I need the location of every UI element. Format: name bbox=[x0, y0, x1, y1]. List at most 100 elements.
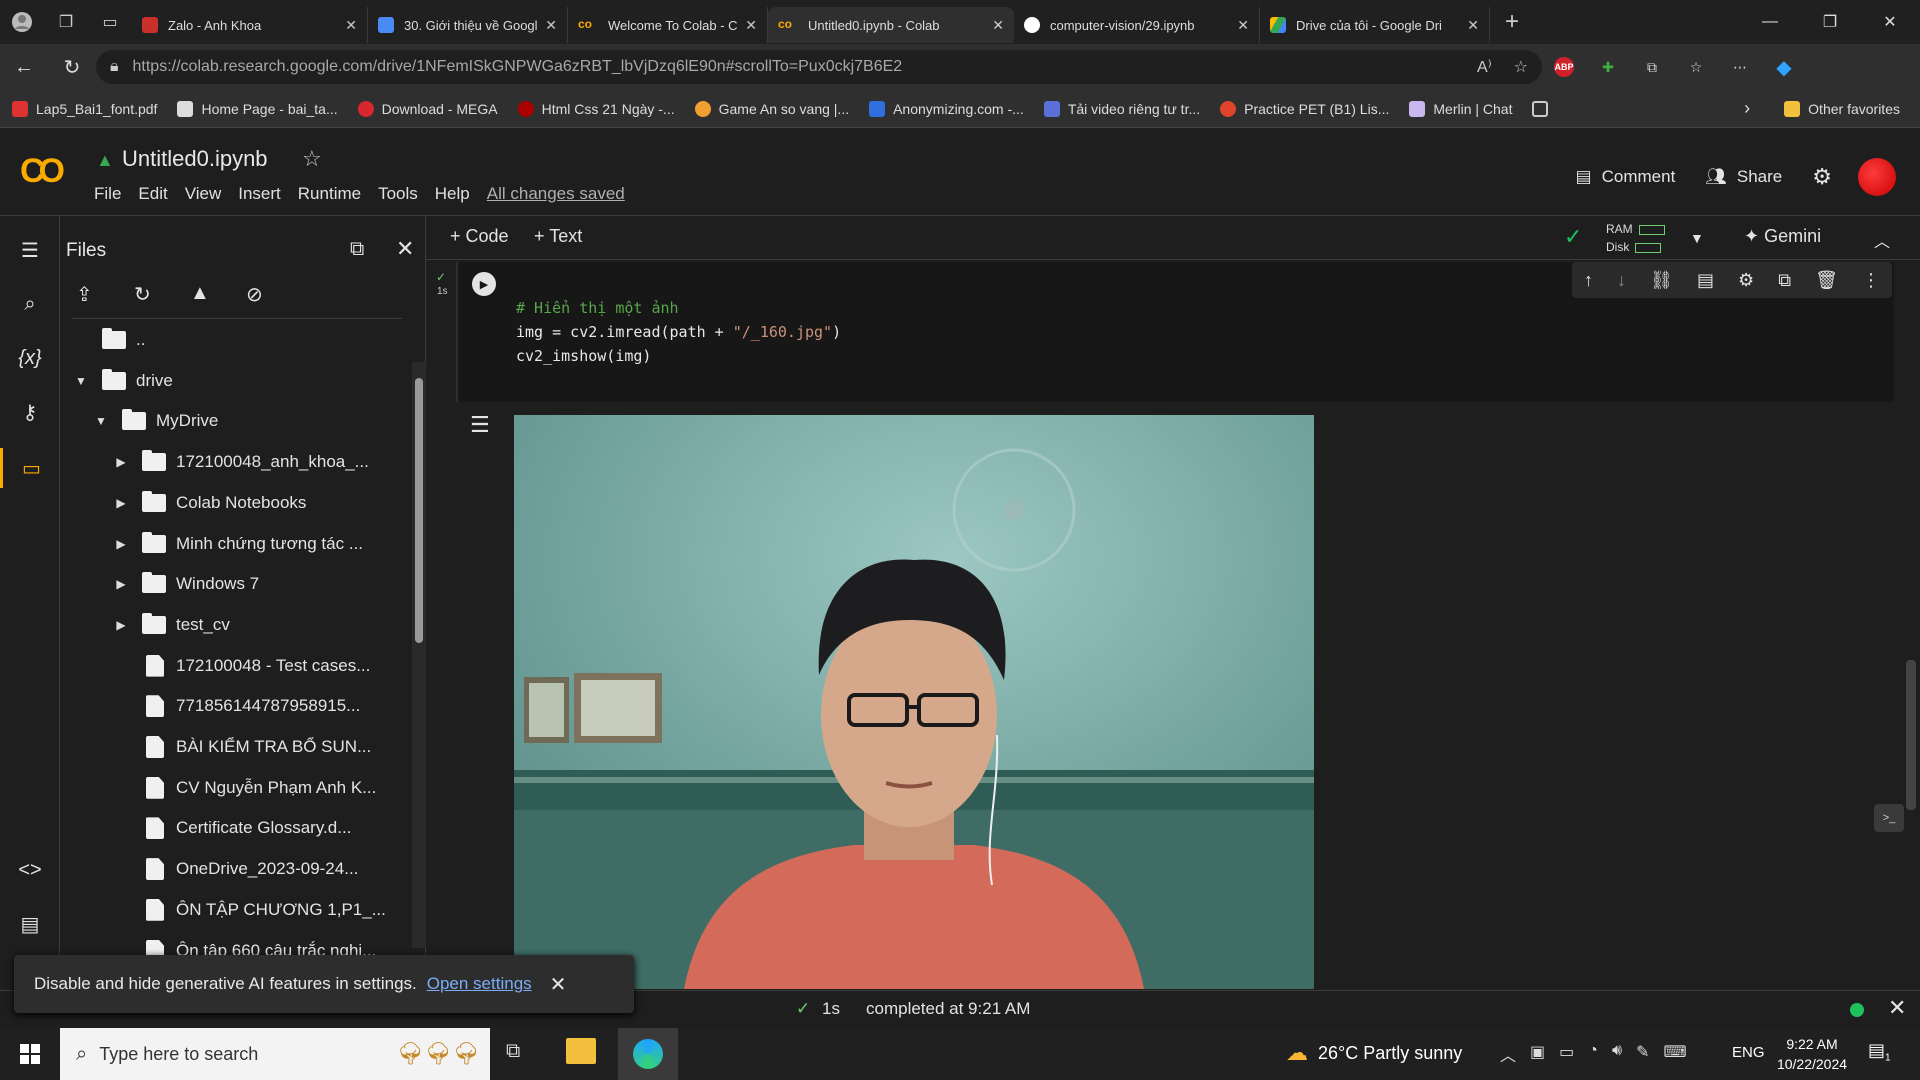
pen-icon[interactable]: ✎ bbox=[1636, 1042, 1649, 1066]
status-message[interactable]: completed at 9:21 AM bbox=[866, 999, 1030, 1019]
caret-down-icon[interactable]: ▼ bbox=[94, 414, 108, 428]
close-tab-icon[interactable]: ✕ bbox=[992, 17, 1004, 34]
files-folder-icon[interactable]: ▭ bbox=[0, 448, 60, 488]
notebook-title[interactable]: Untitled0.ipynb bbox=[122, 146, 268, 172]
bookmark-merlin[interactable]: Merlin | Chat bbox=[1409, 100, 1512, 117]
new-tab-icon[interactable]: + bbox=[1490, 0, 1534, 44]
bookmark-calendar[interactable] bbox=[1532, 100, 1556, 117]
caret-right-icon[interactable]: ▶ bbox=[114, 496, 128, 510]
code-editor[interactable]: # Hiển thị một ảnh img = cv2.imread(path… bbox=[516, 296, 841, 368]
tray-overflow-icon[interactable]: ︿ bbox=[1500, 1042, 1516, 1066]
tab-google-drive[interactable]: Drive của tôi - Google Dri ✕ bbox=[1260, 7, 1490, 43]
folder-row[interactable]: ▼ drive bbox=[60, 361, 173, 401]
bookmark-html-css[interactable]: Html Css 21 Ngày -... bbox=[517, 100, 675, 117]
output-options-icon[interactable]: ☰ bbox=[470, 412, 490, 438]
open-settings-link[interactable]: Open settings bbox=[427, 974, 532, 994]
variables-icon[interactable]: {x} bbox=[0, 338, 60, 378]
favorites-icon[interactable]: ☆ bbox=[1674, 44, 1718, 90]
folder-row[interactable]: ▶ 172100048_anh_khoa_... bbox=[60, 442, 369, 482]
hide-files-icon[interactable]: ⊘ bbox=[246, 282, 263, 307]
open-in-tab-icon[interactable]: ⧉ bbox=[350, 238, 364, 261]
file-row[interactable]: 771856144787958915... bbox=[60, 686, 360, 726]
menu-file[interactable]: File bbox=[94, 184, 121, 204]
close-panel-icon[interactable]: ✕ bbox=[396, 236, 414, 262]
mount-drive-icon[interactable]: ▲ bbox=[190, 282, 210, 305]
bookmark-mega[interactable]: Download - MEGA bbox=[357, 100, 498, 117]
share-button[interactable]: 👥︎ Share bbox=[1705, 167, 1782, 187]
menu-edit[interactable]: Edit bbox=[138, 184, 167, 204]
menu-view[interactable]: View bbox=[185, 184, 222, 204]
search-icon[interactable]: ⌕ bbox=[0, 284, 60, 324]
drive-icon[interactable]: ▲ bbox=[96, 150, 114, 171]
folder-row[interactable]: ▼ MyDrive bbox=[60, 401, 218, 441]
windows-start-icon[interactable] bbox=[0, 1028, 60, 1080]
collapse-header-icon[interactable]: ︿ bbox=[1874, 228, 1890, 252]
close-tab-icon[interactable]: ✕ bbox=[745, 17, 757, 34]
taskbar-search[interactable]: ⌕ Type here to search 🌳︎🌳︎🌳︎ bbox=[60, 1028, 490, 1080]
link-icon[interactable]: ⛓ bbox=[1650, 270, 1673, 291]
settings-gear-icon[interactable]: ⚙ bbox=[1812, 164, 1832, 190]
folder-row[interactable]: ▶ Colab Notebooks bbox=[60, 483, 306, 523]
add-text-button[interactable]: + Text bbox=[534, 226, 582, 247]
notification-center-icon[interactable]: ▤1 bbox=[1868, 1040, 1891, 1064]
folder-row[interactable]: ▶ Minh chứng tương tác ... bbox=[60, 524, 363, 564]
file-row[interactable]: BÀI KIỂM TRA BỔ SUN... bbox=[60, 727, 371, 767]
profile-icon[interactable] bbox=[0, 0, 44, 44]
notebook-scrollbar[interactable] bbox=[1906, 660, 1916, 810]
comment-cell-icon[interactable]: ▤ bbox=[1697, 270, 1714, 291]
folder-row[interactable]: .. bbox=[60, 320, 145, 360]
table-of-contents-icon[interactable]: ☰ bbox=[0, 230, 60, 270]
game-extension-icon[interactable]: ✚ bbox=[1586, 44, 1630, 90]
file-row[interactable]: 172100048 - Test cases... bbox=[60, 646, 370, 686]
comment-button[interactable]: ▤ Comment bbox=[1576, 167, 1676, 187]
menu-runtime[interactable]: Runtime bbox=[298, 184, 361, 204]
bookmark-home-page[interactable]: Home Page - bai_ta... bbox=[177, 100, 338, 117]
caret-right-icon[interactable]: ▶ bbox=[114, 618, 128, 632]
more-cell-actions-icon[interactable]: ⋮ bbox=[1862, 270, 1880, 291]
file-row[interactable]: ÔN TẬP CHƯƠNG 1,P1_... bbox=[60, 890, 386, 930]
bookmark-pet[interactable]: Practice PET (B1) Lis... bbox=[1220, 100, 1389, 117]
move-up-icon[interactable]: ↑ bbox=[1584, 270, 1593, 291]
close-status-icon[interactable]: ✕ bbox=[1888, 995, 1906, 1021]
menu-tools[interactable]: Tools bbox=[378, 184, 418, 204]
more-options-icon[interactable]: ⋯ bbox=[1718, 44, 1762, 90]
bookmark-pdf[interactable]: Lap5_Bai1_font.pdf bbox=[12, 100, 157, 117]
bookmark-video[interactable]: Tải video riêng tư tr... bbox=[1043, 100, 1200, 117]
bookmark-anonymizing[interactable]: Anonymizing.com -... bbox=[869, 100, 1024, 117]
cell-settings-icon[interactable]: ⚙ bbox=[1738, 270, 1754, 291]
minimize-icon[interactable]: — bbox=[1740, 0, 1800, 44]
bookmarks-overflow-icon[interactable]: › bbox=[1744, 98, 1750, 119]
close-tab-icon[interactable]: ✕ bbox=[1467, 17, 1479, 34]
colab-logo[interactable]: CO bbox=[20, 152, 65, 191]
meet-icon[interactable]: ▣ bbox=[1530, 1042, 1545, 1066]
terminal-icon[interactable]: >_ bbox=[1874, 804, 1904, 832]
copilot-icon[interactable]: ◆ bbox=[1762, 44, 1806, 90]
dismiss-toast-icon[interactable]: ✕ bbox=[550, 972, 567, 997]
file-row[interactable]: Certificate Glossary.d... bbox=[60, 808, 351, 848]
secrets-key-icon[interactable]: ⚷ bbox=[0, 392, 60, 432]
caret-right-icon[interactable]: ▶ bbox=[114, 455, 128, 469]
resource-meter[interactable]: RAM Disk bbox=[1606, 220, 1665, 256]
menu-insert[interactable]: Insert bbox=[238, 184, 281, 204]
close-tab-icon[interactable]: ✕ bbox=[1237, 17, 1249, 34]
delete-cell-icon[interactable]: 🗑︎ bbox=[1815, 270, 1838, 291]
mirror-cell-icon[interactable]: ⧉ bbox=[1778, 270, 1791, 291]
tab-actions-icon[interactable]: ▭ bbox=[88, 0, 132, 44]
close-tab-icon[interactable]: ✕ bbox=[345, 17, 357, 34]
caret-down-icon[interactable]: ▼ bbox=[74, 374, 88, 388]
caret-right-icon[interactable]: ▶ bbox=[114, 577, 128, 591]
task-view-icon[interactable]: ⧉ bbox=[506, 1040, 520, 1063]
read-aloud-icon[interactable]: A⁾ bbox=[1477, 57, 1492, 77]
upload-file-icon[interactable]: ⇪ bbox=[76, 282, 93, 307]
runtime-dropdown-icon[interactable]: ▼ bbox=[1690, 230, 1704, 246]
edge-taskbar-button[interactable] bbox=[618, 1028, 678, 1080]
workspaces-icon[interactable]: ❐ bbox=[44, 0, 88, 44]
file-row[interactable]: CV Nguyễn Phạm Anh K... bbox=[60, 768, 376, 808]
wifi-icon[interactable]: ◔ bbox=[1588, 1042, 1598, 1066]
close-window-icon[interactable]: ✕ bbox=[1860, 0, 1920, 44]
tab-zalo[interactable]: Zalo - Anh Khoa ✕ bbox=[132, 7, 368, 43]
language-indicator[interactable]: ENG bbox=[1732, 1044, 1765, 1061]
volume-icon[interactable]: 🔊︎ bbox=[1612, 1042, 1622, 1066]
refresh-icon[interactable]: ↻ bbox=[134, 282, 151, 307]
add-code-button[interactable]: + Code bbox=[450, 226, 509, 247]
